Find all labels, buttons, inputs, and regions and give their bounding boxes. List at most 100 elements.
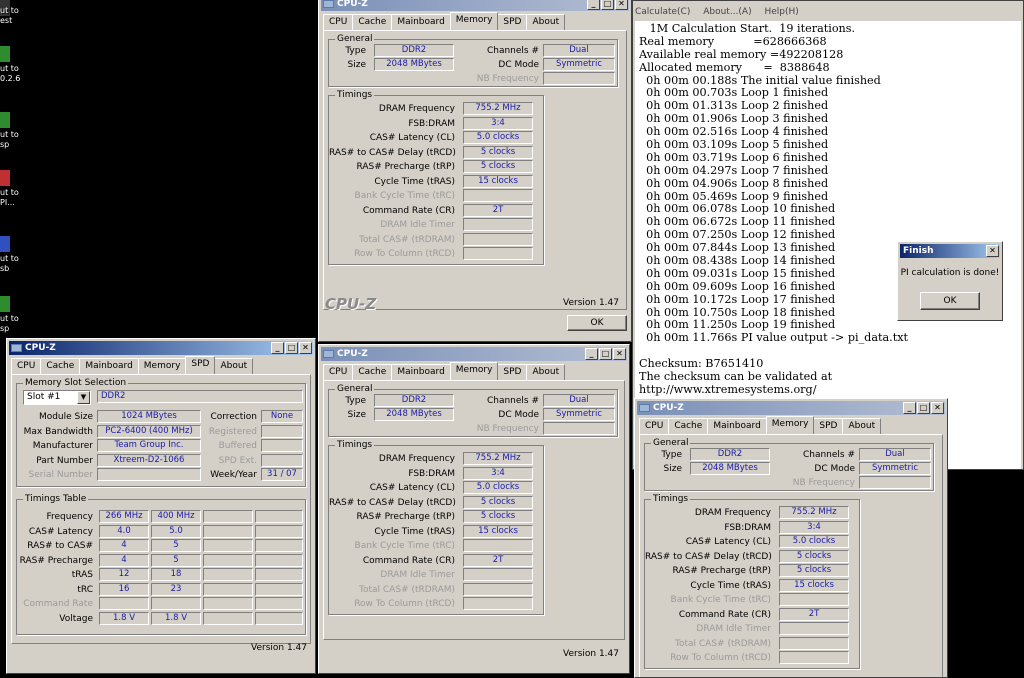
timing-value: 15 clocks [463,524,533,538]
tab-spd[interactable]: SPD [497,14,528,30]
timing-value [463,568,533,581]
size-value: 2048 MBytes [374,408,454,421]
tab-cache[interactable]: Cache [40,358,81,374]
tab-memory[interactable]: Memory [449,362,499,380]
ok-button[interactable]: OK [567,315,627,331]
tab-memory[interactable]: Memory [449,12,499,30]
close-icon[interactable]: ✕ [615,0,628,10]
menu-calculate[interactable]: Calculate(C) [635,7,690,17]
tab-about[interactable]: About [214,358,254,374]
menu-help[interactable]: Help(H) [764,7,798,17]
tab-mainboard[interactable]: Mainboard [391,14,451,30]
general-group: General Type DDR2 Size 2048 MBytes Channels #… [644,438,934,491]
tab-spd[interactable]: SPD [185,356,216,374]
tab-mainboard[interactable]: Mainboard [391,364,451,380]
size-label: Size [347,60,366,70]
timing-value: 5 clocks [463,145,533,159]
tab-memory[interactable]: Memory [137,358,187,374]
timing-label: CAS# Latency (CL) [685,537,771,547]
week-year-label: Week/Year [210,470,257,480]
desktop-shortcut-4[interactable]: ut to PI... [0,170,26,214]
minimize-icon[interactable]: _ [585,348,598,360]
timing-label: Bank Cycle Time (tRC) [354,541,455,551]
nb-frequency-label: NB Frequency [476,424,539,434]
timing-value [463,189,533,202]
desktop-shortcut-5[interactable]: ut to sb [0,236,26,280]
timings-group-title: Timings [335,440,375,450]
console-line: 1M Calculation Start. 19 iterations. [639,22,856,35]
slot-select[interactable]: Slot #1 ▼ [23,390,91,405]
spd-timing-value-3 [203,597,253,610]
tab-cpu[interactable]: CPU [11,358,42,374]
chevron-down-icon[interactable]: ▼ [77,391,90,404]
spd-timing-value-3 [203,539,253,552]
tab-about[interactable]: About [526,364,566,380]
pi-app-icon [0,170,10,186]
spd-timing-value-4 [255,582,303,596]
timing-label: CAS# Latency (CL) [369,483,455,493]
spd-timing-value-1: 16 [99,582,149,596]
dcmode-value: Symmetric [543,408,615,421]
tab-cpu[interactable]: CPU [639,418,670,434]
tab-spd[interactable]: SPD [813,418,844,434]
finish-ok-button[interactable]: OK [920,292,980,310]
close-icon[interactable]: ✕ [931,402,944,414]
cpuz-titlebar[interactable]: CPU-Z _ □ ✕ [9,341,313,355]
spd-timing-value-2: 400 MHz [151,510,201,523]
finish-titlebar[interactable]: Finish ✕ [900,244,1000,258]
spd-timing-value-2: 5 [151,539,201,552]
timing-label: Total CAS# (tRDRAM) [359,234,455,245]
tab-cpu[interactable]: CPU [323,14,354,30]
version-label: Version 1.47 [251,643,307,653]
tab-mainboard[interactable]: Mainboard [79,358,139,374]
type-value: DDR2 [374,394,454,407]
spd-timing-value-1: 4 [99,539,149,552]
timing-label: Row To Column (tRCD) [670,653,771,663]
cpuz-titlebar[interactable]: CPU-Z _ □ ✕ [637,401,945,415]
tab-cache[interactable]: Cache [352,364,393,380]
desktop-shortcut-2[interactable]: ut to 0.2.6 [0,46,26,90]
size-label: Size [347,410,366,420]
serial-number-label: Serial Number [28,470,93,480]
minimize-icon[interactable]: _ [271,342,284,354]
spd-timing-value-3 [203,510,253,523]
close-icon[interactable]: ✕ [986,245,999,257]
tab-cache[interactable]: Cache [668,418,709,434]
console-line: 0h 00m 11.766s PI value output -> pi_dat… [639,331,909,345]
cpuz-titlebar[interactable]: CPU-Z _ □ ✕ [321,347,627,361]
timing-label: Row To Column (tRCD) [354,599,455,609]
timings-group: Timings DRAM Frequency 755.2 MHz FSB:DRAM 3:… [644,494,860,669]
maximize-icon[interactable]: □ [285,342,298,354]
minimize-icon[interactable]: _ [587,0,600,10]
timing-label: FSB:DRAM [408,468,455,479]
tab-about[interactable]: About [526,14,566,30]
finish-title: Finish [903,246,934,256]
tab-spd[interactable]: SPD [497,364,528,380]
tab-cpu[interactable]: CPU [323,364,354,380]
green-app-icon [0,296,10,312]
desktop-shortcut-1[interactable]: ut to est [0,0,26,44]
channels-label: Channels # [802,450,855,460]
desktop-shortcut-3[interactable]: ut to sp [0,112,26,156]
timing-label: CAS# Latency (CL) [369,133,455,143]
spd-timing-value-2: 18 [151,568,201,581]
timing-value: 3:4 [779,520,849,534]
tab-mainboard[interactable]: Mainboard [707,418,767,434]
maximize-icon[interactable]: □ [599,348,612,360]
tab-cache[interactable]: Cache [352,14,393,30]
close-icon[interactable]: ✕ [613,348,626,360]
timing-value: 2T [463,203,533,217]
spd-timing-value-2: 1.8 V [151,611,201,625]
menu-about[interactable]: About...(A) [703,7,751,17]
desktop-shortcut-6[interactable]: ut to sp [0,296,26,340]
close-icon[interactable]: ✕ [299,342,312,354]
buffered-value [261,439,303,452]
maximize-icon[interactable]: □ [601,0,614,10]
cpuz-titlebar[interactable]: CPU-Z _ □ ✕ [321,0,629,11]
minimize-icon[interactable]: _ [903,402,916,414]
maximize-icon[interactable]: □ [917,402,930,414]
spd-timing-value-3 [203,524,253,538]
tab-about[interactable]: About [842,418,882,434]
tab-memory[interactable]: Memory [765,416,815,434]
spd-timing-label: CAS# Latency [28,526,93,537]
